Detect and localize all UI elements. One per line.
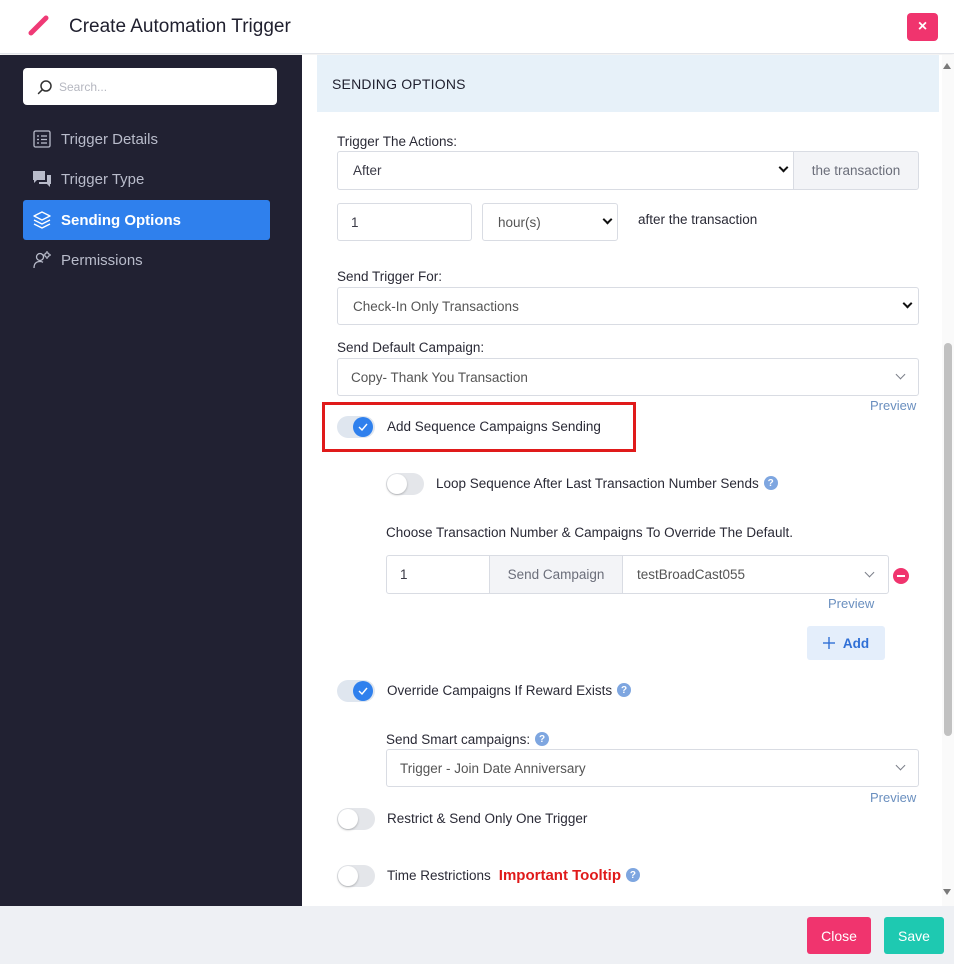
section-title: SENDING OPTIONS <box>332 76 466 92</box>
sidebar-item-trigger-type[interactable]: Trigger Type <box>23 159 270 199</box>
transaction-addon: the transaction <box>793 151 919 190</box>
chevron-down-icon <box>895 760 906 771</box>
sequence-campaigns-toggle[interactable] <box>337 416 375 438</box>
scrollbar-thumb[interactable] <box>944 343 952 736</box>
modal-header: Create Automation Trigger × <box>0 0 954 54</box>
restrict-one-trigger-toggle[interactable] <box>337 808 375 830</box>
chevron-down-icon <box>602 214 613 225</box>
default-campaign-preview-link[interactable]: Preview <box>870 398 916 413</box>
delay-amount-input[interactable]: 1 <box>337 203 472 241</box>
check-icon <box>358 423 368 431</box>
save-button[interactable]: Save <box>884 917 944 954</box>
default-campaign-label: Send Default Campaign: <box>337 340 485 355</box>
layers-icon <box>32 210 52 230</box>
user-gear-icon <box>32 250 52 270</box>
loop-sequence-label: Loop Sequence After Last Transaction Num… <box>436 476 778 491</box>
close-button[interactable]: Close <box>807 917 871 954</box>
chevron-down-icon <box>864 567 875 578</box>
send-campaign-addon: Send Campaign <box>489 555 623 594</box>
sidebar-item-label: Trigger Details <box>61 130 158 148</box>
sequence-campaign-select[interactable]: testBroadCast055 <box>622 555 889 594</box>
time-restrictions-label: Time Restrictions Important Tooltip? <box>387 867 640 884</box>
close-icon[interactable]: × <box>907 13 938 41</box>
sidebar-item-label: Sending Options <box>61 211 181 229</box>
trigger-timing-select[interactable]: After <box>337 151 794 190</box>
sidebar: Trigger Details Trigger Type Sending Opt… <box>0 55 302 906</box>
search-input[interactable] <box>59 68 269 105</box>
chevron-down-icon <box>778 162 789 173</box>
sequence-preview-link[interactable]: Preview <box>828 596 874 611</box>
send-trigger-for-label: Send Trigger For: <box>337 269 443 284</box>
override-reward-label: Override Campaigns If Reward Exists? <box>387 683 632 698</box>
sidebar-item-label: Permissions <box>61 251 143 269</box>
scroll-up-arrow-icon[interactable] <box>943 63 951 69</box>
scroll-down-arrow-icon[interactable] <box>943 889 951 895</box>
smart-campaigns-preview-link[interactable]: Preview <box>870 790 916 805</box>
important-tooltip-text: Important Tooltip <box>498 867 621 884</box>
pencil-icon <box>28 15 49 36</box>
send-trigger-for-select[interactable]: Check-In Only Transactions <box>337 287 919 325</box>
override-reward-toggle[interactable] <box>337 680 375 702</box>
smart-campaigns-label: Send Smart campaigns:? <box>386 732 550 747</box>
chevron-down-icon <box>902 298 913 309</box>
help-icon[interactable]: ? <box>535 732 550 747</box>
check-icon <box>358 687 368 695</box>
restrict-one-trigger-label: Restrict & Send Only One Trigger <box>387 811 588 826</box>
modal-title: Create Automation Trigger <box>69 16 291 37</box>
sidebar-item-permissions[interactable]: Permissions <box>23 240 270 280</box>
time-restrictions-toggle[interactable] <box>337 865 375 887</box>
add-sequence-button[interactable]: Add <box>807 626 885 660</box>
sequence-campaigns-label: Add Sequence Campaigns Sending <box>387 419 601 434</box>
main-panel: SENDING OPTIONS Trigger The Actions: Aft… <box>302 55 954 906</box>
search-box <box>23 68 277 105</box>
plus-icon <box>822 637 835 649</box>
remove-row-icon[interactable] <box>893 568 909 584</box>
search-icon <box>37 80 52 95</box>
chat-icon <box>32 169 52 189</box>
help-icon[interactable]: ? <box>625 868 640 883</box>
chevron-down-icon <box>895 369 906 380</box>
delay-unit-select[interactable]: hour(s) <box>482 203 618 241</box>
modal-footer: Close Save <box>0 906 954 964</box>
default-campaign-select[interactable]: Copy- Thank You Transaction <box>337 358 919 396</box>
help-icon[interactable]: ? <box>763 476 778 491</box>
delay-suffix: after the transaction <box>638 212 758 227</box>
transaction-number-input[interactable]: 1 <box>386 555 490 594</box>
section-header: SENDING OPTIONS <box>317 55 939 112</box>
help-icon[interactable]: ? <box>617 683 632 698</box>
sidebar-item-sending-options[interactable]: Sending Options <box>23 200 270 240</box>
loop-sequence-toggle[interactable] <box>386 473 424 495</box>
smart-campaigns-select[interactable]: Trigger - Join Date Anniversary <box>386 749 919 787</box>
sidebar-item-label: Trigger Type <box>61 170 145 188</box>
list-icon <box>32 129 52 149</box>
sidebar-item-trigger-details[interactable]: Trigger Details <box>23 119 270 159</box>
trigger-actions-label: Trigger The Actions: <box>337 134 458 149</box>
override-instructions: Choose Transaction Number & Campaigns To… <box>386 525 793 540</box>
